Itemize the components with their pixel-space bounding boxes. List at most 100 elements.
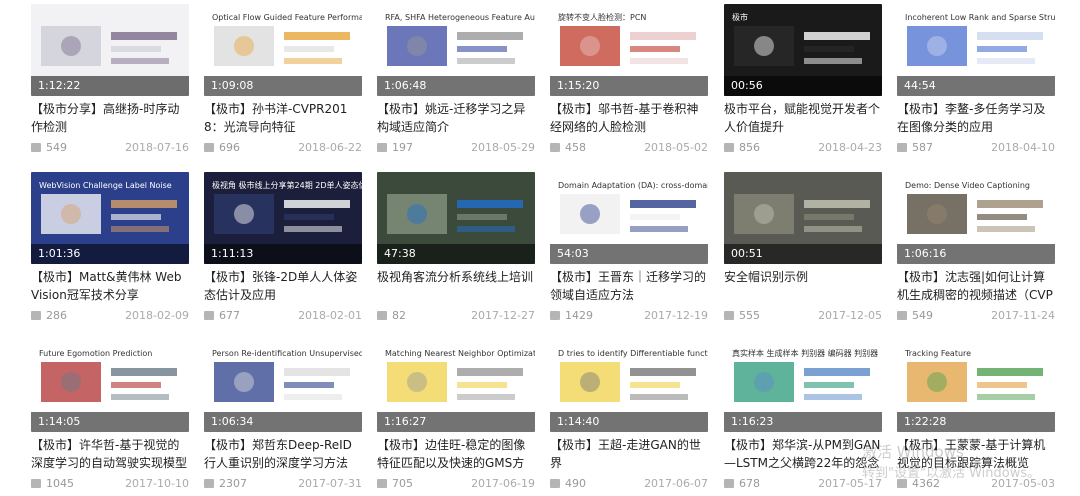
video-meta: 555 2017-12-05 [724,308,882,324]
video-meta: 856 2018-04-23 [724,140,882,156]
video-title[interactable]: 【极市】王蒙蒙-基于计算机视觉的目标跟踪算法概览 [897,436,1055,472]
views-icon [377,479,387,488]
video-meta: 458 2018-05-02 [550,140,708,156]
upload-date: 2017-06-19 [471,477,535,490]
video-title[interactable]: 【极市】李鳌-多任务学习及在图像分类的应用 [897,100,1055,136]
video-thumbnail[interactable]: 旋转不变人脸检测：PCN 1:15:20 [550,4,708,96]
view-count: 555 [739,309,760,322]
video-card[interactable]: 真实样本 生成样本 判别器 编码器 判别器 1:16:23 【极市】郑华滨-从P… [724,340,882,496]
video-card[interactable]: Future Egomotion Prediction 1:14:05 【极市】… [31,340,189,496]
upload-date: 2018-04-23 [818,141,882,154]
view-count: 587 [912,141,933,154]
video-title[interactable]: 【极市】郑华滨-从PM到GAN—LSTM之父横跨22年的怨念 [724,436,882,472]
view-count: 490 [565,477,586,490]
video-title[interactable]: 【极市】张锋-2D单人人体姿态估计及应用 [204,268,362,304]
thumbnail-slide-text: 旋转不变人脸检测：PCN [558,12,646,22]
video-thumbnail[interactable]: 极视角 极市线上分享第24期 2D单人姿态估计及应用 张锋 1:11:13 [204,172,362,264]
video-title[interactable]: 【极市】许华哲-基于视觉的深度学习的自动驾驶实现模型 [31,436,189,472]
video-thumbnail[interactable]: Future Egomotion Prediction 1:14:05 [31,340,189,432]
views-icon [204,143,214,152]
thumbnail-slide-text: 极视角 极市线上分享第24期 2D单人姿态估计及应用 张锋 [212,180,362,190]
video-duration: 1:12:22 [31,76,189,96]
video-card[interactable]: D tries to identify Differentiable funct… [550,340,708,496]
video-title[interactable]: 【极市】沈志强|如何让计算机生成稠密的视频描述（CVPR） [897,268,1055,304]
video-thumbnail[interactable]: Optical Flow Guided Feature Performance … [204,4,362,96]
video-thumbnail[interactable]: Matching Nearest Neighbor Optimization O… [377,340,535,432]
video-title[interactable]: 安全帽识别示例 [724,268,882,304]
video-card[interactable]: 47:38 极视角客流分析系统线上培训 82 2017-12-27 [377,172,535,328]
video-card[interactable]: 极市 00:56 极市平台，赋能视觉开发者个人价值提升 856 2018-04-… [724,4,882,160]
video-thumbnail[interactable]: WebVision Challenge Label Noise 1:01:36 [31,172,189,264]
upload-date: 2018-05-02 [644,141,708,154]
video-card[interactable]: 旋转不变人脸检测：PCN 1:15:20 【极市】邬书哲-基于卷积神经网络的人脸… [550,4,708,160]
thumbnail-slide-text: Domain Adaptation (DA): cross-domain lea… [558,181,708,190]
video-thumbnail[interactable]: 真实样本 生成样本 判别器 编码器 判别器 1:16:23 [724,340,882,432]
video-thumbnail[interactable]: Tracking Feature 1:22:28 [897,340,1055,432]
video-card[interactable]: Person Re-identification Unsupervised / … [204,340,362,496]
video-title[interactable]: 【极市】孙书洋-CVPR2018：光流导向特征 [204,100,362,136]
view-count: 705 [392,477,413,490]
video-meta: 2307 2017-07-31 [204,476,362,492]
upload-date: 2018-02-01 [298,309,362,322]
video-card[interactable]: Incoherent Low Rank and Sparse Structure… [897,4,1055,160]
video-thumbnail[interactable]: 1:12:22 [31,4,189,96]
view-count: 856 [739,141,760,154]
video-title[interactable]: 【极市】郑哲东Deep-ReID行人重识别的深度学习方法 [204,436,362,472]
views-icon [204,479,214,488]
video-duration: 1:06:48 [377,76,535,96]
video-duration: 44:54 [897,76,1055,96]
video-title[interactable]: 极市平台，赋能视觉开发者个人价值提升 [724,100,882,136]
video-card[interactable]: Demo: Dense Video Captioning 1:06:16 【极市… [897,172,1055,328]
upload-date: 2017-05-17 [818,477,882,490]
video-thumbnail[interactable]: 00:51 [724,172,882,264]
video-title[interactable]: 【极市】姚远-迁移学习之异构域适应简介 [377,100,535,136]
thumbnail-slide-text: Demo: Dense Video Captioning [905,181,1030,190]
video-title[interactable]: 【极市】Matt&黄伟林 WebVision冠军技术分享 [31,268,189,304]
video-meta: 549 2018-07-16 [31,140,189,156]
views-icon [550,479,560,488]
thumbnail-slide-text: Person Re-identification Unsupervised / … [212,349,362,358]
video-thumbnail[interactable]: 极市 00:56 [724,4,882,96]
video-card[interactable]: 1:12:22 【极市分享】高继扬-时序动作检测 549 2018-07-16 [31,4,189,160]
video-duration: 54:03 [550,244,708,264]
video-duration: 1:01:36 [31,244,189,264]
upload-date: 2018-05-29 [471,141,535,154]
views-icon [724,311,734,320]
views-icon [31,479,41,488]
video-thumbnail[interactable]: D tries to identify Differentiable funct… [550,340,708,432]
video-thumbnail[interactable]: Incoherent Low Rank and Sparse Structure… [897,4,1055,96]
views-icon [377,311,387,320]
video-duration: 47:38 [377,244,535,264]
video-card[interactable]: 00:51 安全帽识别示例 555 2017-12-05 [724,172,882,328]
view-count: 82 [392,309,406,322]
video-meta: 696 2018-06-22 [204,140,362,156]
video-thumbnail[interactable]: Demo: Dense Video Captioning 1:06:16 [897,172,1055,264]
video-title[interactable]: 【极市】王超-走进GAN的世界 [550,436,708,472]
video-card[interactable]: WebVision Challenge Label Noise 1:01:36 … [31,172,189,328]
video-title[interactable]: 极视角客流分析系统线上培训 [377,268,535,304]
video-title[interactable]: 【极市】邬书哲-基于卷积神经网络的人脸检测 [550,100,708,136]
video-card[interactable]: 极视角 极市线上分享第24期 2D单人姿态估计及应用 张锋 1:11:13 【极… [204,172,362,328]
video-thumbnail[interactable]: Domain Adaptation (DA): cross-domain lea… [550,172,708,264]
video-title[interactable]: 【极市分享】高继扬-时序动作检测 [31,100,189,136]
video-duration: 1:15:20 [550,76,708,96]
video-duration: 1:14:05 [31,412,189,432]
video-card[interactable]: Optical Flow Guided Feature Performance … [204,4,362,160]
upload-date: 2018-06-22 [298,141,362,154]
view-count: 458 [565,141,586,154]
video-thumbnail[interactable]: 47:38 [377,172,535,264]
video-meta: 677 2018-02-01 [204,308,362,324]
video-card[interactable]: Matching Nearest Neighbor Optimization O… [377,340,535,496]
video-title[interactable]: 【极市】边佳旺-稳定的图像特征匹配以及快速的GMS方案 [377,436,535,472]
video-card[interactable]: Tracking Feature 1:22:28 【极市】王蒙蒙-基于计算机视觉… [897,340,1055,496]
video-thumbnail[interactable]: Person Re-identification Unsupervised / … [204,340,362,432]
video-thumbnail[interactable]: RFA, SHFA Heterogeneous Feature Augmenta… [377,4,535,96]
video-card[interactable]: RFA, SHFA Heterogeneous Feature Augmenta… [377,4,535,160]
video-card[interactable]: Domain Adaptation (DA): cross-domain lea… [550,172,708,328]
thumbnail-slide-text: Optical Flow Guided Feature Performance [212,13,362,22]
view-count: 549 [46,141,67,154]
views-icon [204,311,214,320]
upload-date: 2017-07-31 [298,477,362,490]
video-title[interactable]: 【极市】王晋东｜迁移学习的领域自适应方法 [550,268,708,304]
view-count: 2307 [219,477,247,490]
